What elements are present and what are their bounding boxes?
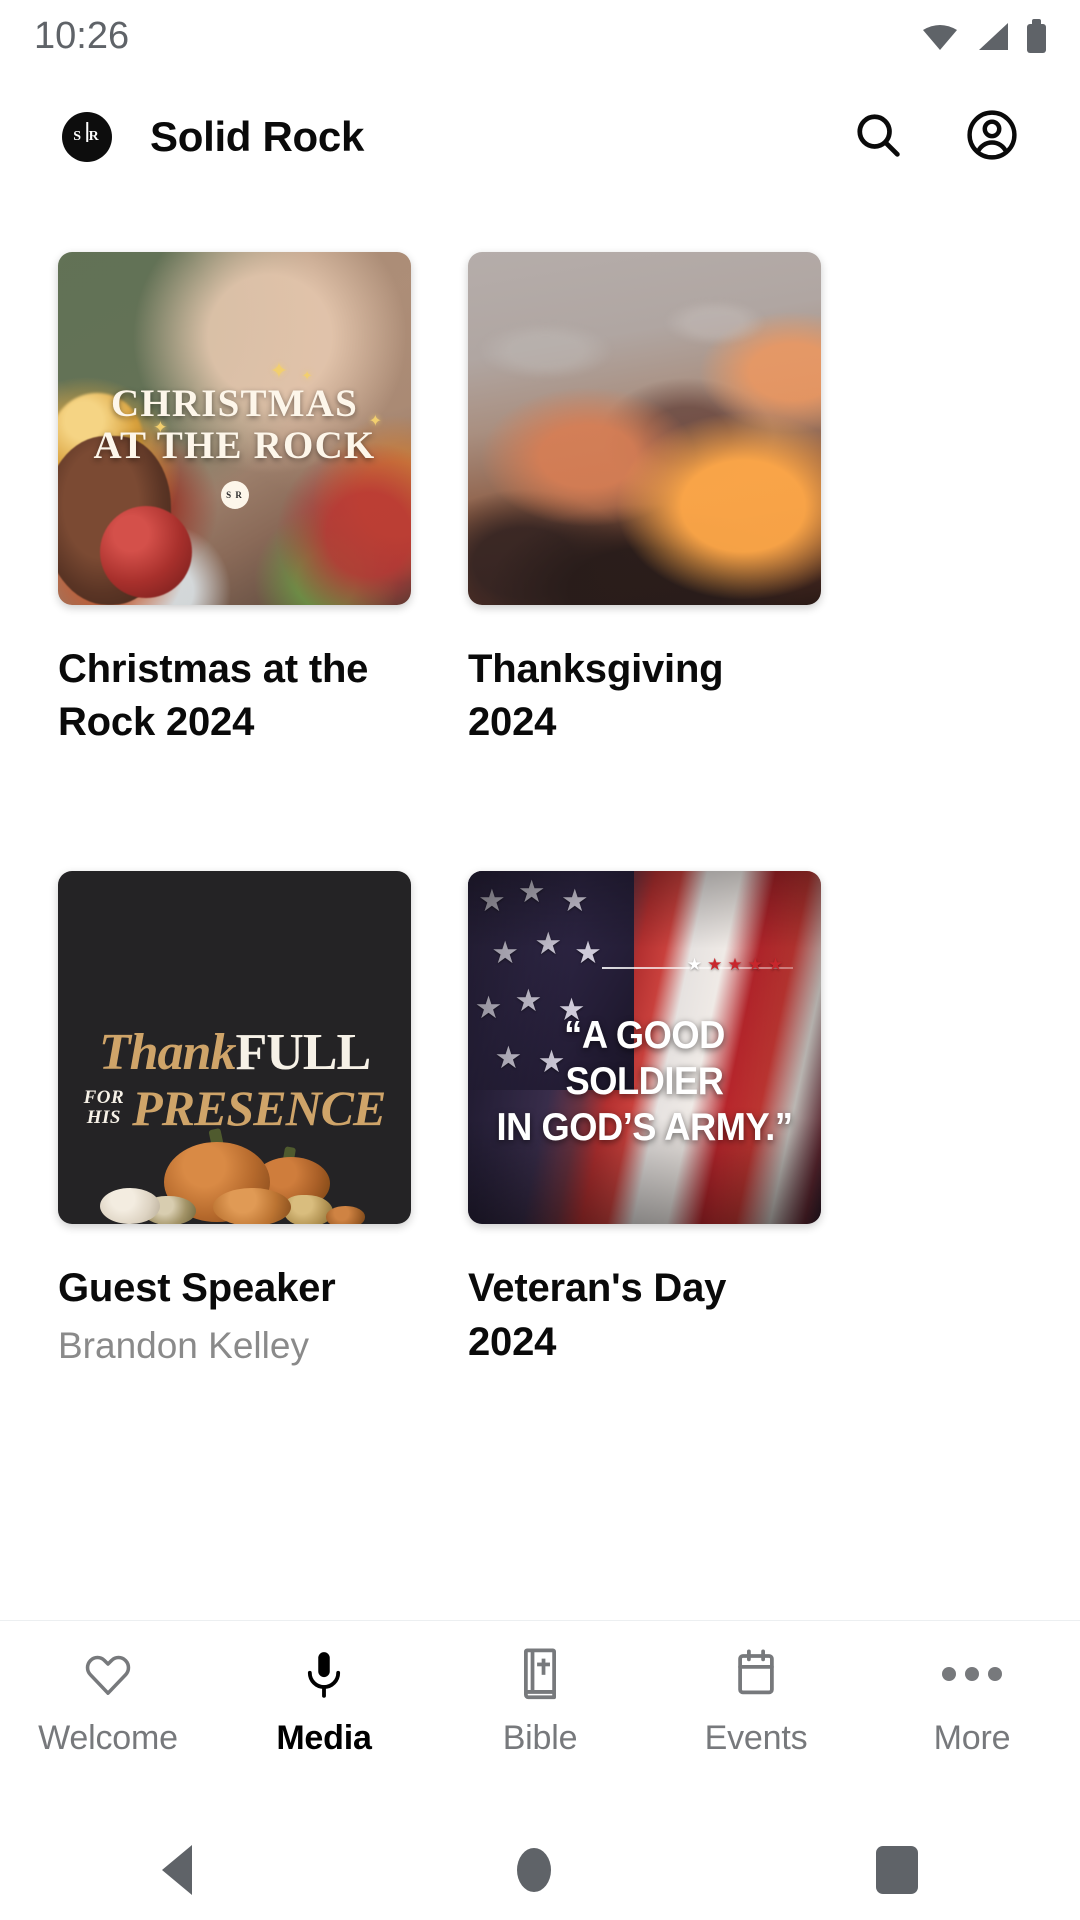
thumbnail-logo-badge: S R	[220, 481, 249, 510]
system-navigation-bar	[0, 1820, 1080, 1920]
status-bar: 10:26	[0, 0, 1080, 72]
heart-icon	[83, 1647, 133, 1701]
search-button[interactable]	[850, 109, 906, 165]
media-thumbnail-christmas[interactable]: ✦ ✦ ✦ ✦ CHRISTMAS AT THE ROCK S R	[58, 252, 411, 605]
media-card-title: Guest Speaker	[58, 1266, 336, 1311]
media-card[interactable]: Thank FULL FOR HIS PRESENCE Guest Speake…	[58, 871, 411, 1369]
media-thumbnail-thanksgiving[interactable]	[468, 252, 821, 605]
bible-book-icon	[517, 1647, 563, 1701]
media-card-subtitle: Brandon Kelley	[58, 1324, 309, 1366]
cellular-signal-icon	[976, 21, 1010, 51]
thumbnail-overlay-text: Thank FULL FOR HIS PRESENCE	[58, 1023, 411, 1133]
nav-item-bible[interactable]: Bible	[450, 1647, 630, 1758]
pumpkin	[213, 1188, 291, 1225]
media-card-title: Thanksgiving 2024	[468, 647, 724, 745]
nav-label: Bible	[502, 1719, 578, 1757]
overlay-line-2: IN GOD’S ARMY.”	[496, 1105, 793, 1149]
overlay-line-1: CHRISTMAS	[110, 381, 358, 425]
decor-star: ★	[686, 955, 703, 975]
nav-item-welcome[interactable]: Welcome	[18, 1647, 198, 1758]
overflow-dots-icon	[942, 1647, 1002, 1701]
decor-star: ★	[707, 955, 723, 975]
microphone-icon	[301, 1647, 347, 1701]
thumbnail-overlay-text: “A GOOD SOLDIER IN GOD’S ARMY.”	[480, 1013, 808, 1151]
nav-item-events[interactable]: Events	[666, 1647, 846, 1758]
home-button[interactable]	[516, 1848, 551, 1892]
media-card-title: Veteran's Day 2024	[468, 1266, 727, 1364]
media-thumbnail-veterans-day[interactable]: ★ ★ ★ ★ ★ ★ ★ ★ ★ ★ ★ ★ ★ ★	[468, 871, 821, 1225]
recents-button[interactable]	[875, 1846, 918, 1894]
app-bar-actions	[850, 109, 1020, 165]
decor-star: ★	[747, 955, 763, 975]
sparkle-icon: ✦	[269, 357, 289, 383]
overlay-word-for: FOR	[83, 1087, 125, 1109]
page-title: Solid Rock	[150, 113, 365, 160]
status-clock: 10:26	[34, 14, 130, 57]
nav-label: More	[933, 1719, 1011, 1757]
overlay-word-thank: Thank	[98, 1023, 237, 1081]
media-thumbnail-thankfull[interactable]: Thank FULL FOR HIS PRESENCE	[58, 871, 411, 1225]
wifi-icon	[921, 21, 959, 51]
brand[interactable]: S R Solid Rock	[62, 112, 850, 162]
pumpkin	[326, 1206, 366, 1225]
cloud-wisp	[468, 252, 821, 605]
back-button[interactable]	[162, 1845, 193, 1895]
grid-row-spacer	[58, 749, 821, 871]
decor-star: ★	[727, 955, 743, 975]
media-card-title: Christmas at the Rock 2024	[58, 647, 369, 745]
nav-item-media[interactable]: Media	[234, 1647, 414, 1758]
media-card[interactable]: ✦ ✦ ✦ ✦ CHRISTMAS AT THE ROCK S R Christ…	[58, 252, 411, 749]
thumbnail-overlay-text: CHRISTMAS AT THE ROCK	[58, 381, 411, 467]
media-grid-scroll[interactable]: ✦ ✦ ✦ ✦ CHRISTMAS AT THE ROCK S R Christ…	[0, 202, 1080, 1622]
battery-icon	[1027, 19, 1046, 53]
nav-item-more[interactable]: More	[882, 1647, 1062, 1758]
ornament-red	[100, 506, 193, 598]
app-logo-icon: S R	[62, 112, 112, 162]
account-icon	[964, 107, 1020, 168]
nav-label: Media	[276, 1719, 372, 1757]
decor-star: ★	[767, 955, 784, 975]
media-card[interactable]: ★ ★ ★ ★ ★ ★ ★ ★ ★ ★ ★ ★ ★ ★	[468, 871, 821, 1369]
search-icon	[851, 108, 905, 167]
media-card[interactable]: Thanksgiving 2024	[468, 252, 821, 749]
account-button[interactable]	[964, 109, 1020, 165]
bottom-navigation: Welcome Media Bible Events More	[0, 1620, 1080, 1820]
decorative-stars: ★ ★ ★ ★ ★	[687, 956, 783, 973]
pumpkin-cluster	[58, 1118, 411, 1225]
app-bar: S R Solid Rock	[0, 72, 1080, 202]
overlay-line-1: “A GOOD SOLDIER	[564, 1013, 725, 1103]
overlay-line-1: Thank FULL	[74, 1023, 395, 1081]
overlay-word-full: FULL	[235, 1023, 371, 1081]
status-icons	[921, 19, 1046, 53]
nav-label: Welcome	[38, 1719, 178, 1757]
nav-label: Events	[704, 1719, 808, 1757]
calendar-icon	[733, 1647, 779, 1701]
media-grid: ✦ ✦ ✦ ✦ CHRISTMAS AT THE ROCK S R Christ…	[0, 202, 1080, 1370]
overlay-line-2: AT THE ROCK	[93, 423, 376, 467]
